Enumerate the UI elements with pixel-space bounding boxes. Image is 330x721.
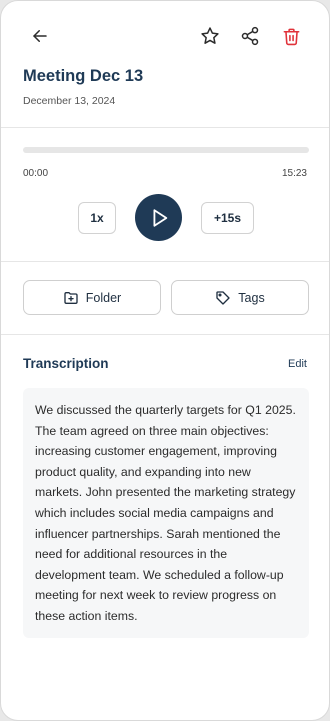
play-button[interactable] [135,194,182,241]
arrow-left-icon [33,30,47,42]
delete-button[interactable] [276,21,306,51]
folder-button-label: Folder [85,290,122,305]
divider [1,261,329,262]
play-icon [153,208,167,227]
share-button[interactable] [235,21,265,51]
transcription-heading: Transcription [23,356,109,371]
recording-date: December 13, 2024 [23,95,116,107]
transcription-text: We discussed the quarterly targets for Q… [35,403,296,623]
playback-progress-bar[interactable] [23,147,309,153]
skip-forward-button[interactable]: +15s [201,202,254,234]
star-icon [201,27,219,44]
trash-icon [283,28,299,45]
playback-speed-button[interactable]: 1x [78,202,116,234]
folder-plus-icon [64,291,78,304]
divider [1,334,329,335]
back-button[interactable] [25,21,55,51]
divider [1,127,329,128]
current-time: 00:00 [23,168,49,179]
tag-icon [216,290,230,305]
top-bar [1,1,329,71]
edit-transcription-button[interactable]: Edit [288,358,307,370]
tags-button-label: Tags [238,290,265,305]
duration: 15:23 [281,168,307,179]
favorite-button[interactable] [195,21,225,51]
share-icon [241,26,259,46]
folder-button[interactable]: Folder [23,280,161,315]
recording-detail-screen: Meeting Dec 13 December 13, 2024 00:00 1… [0,0,330,721]
recording-title: Meeting Dec 13 [23,67,144,85]
transcription-box: We discussed the quarterly targets for Q… [23,388,309,638]
tags-button[interactable]: Tags [171,280,309,315]
